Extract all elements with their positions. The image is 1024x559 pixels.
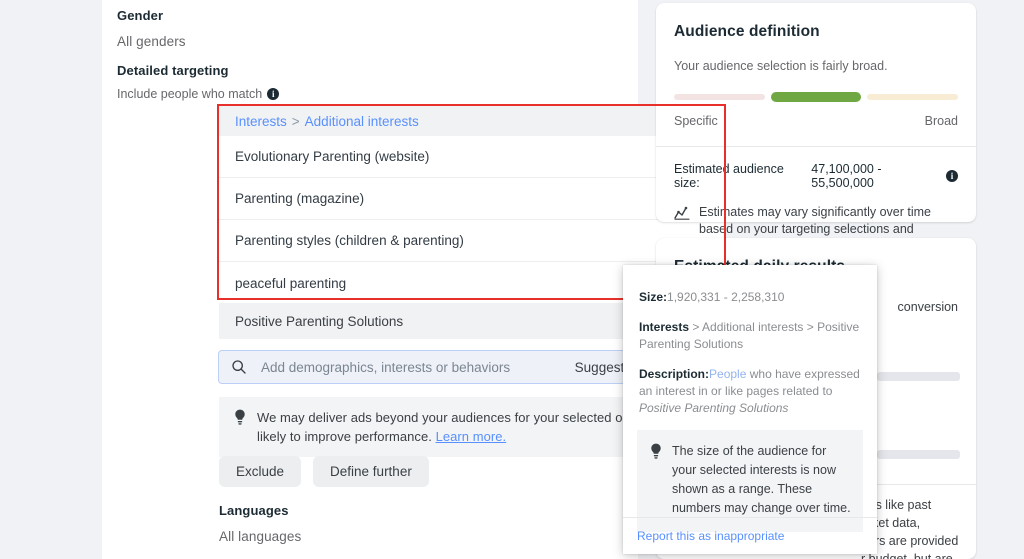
languages-value: All languages (219, 529, 302, 544)
tooltip-description: Description:People who have expressed an… (639, 366, 861, 417)
info-icon[interactable]: i (946, 170, 958, 182)
info-icon[interactable]: i (267, 88, 280, 100)
list-item[interactable]: Parenting styles (children & parenting) (219, 220, 724, 262)
estimated-audience-size-value: 47,100,000 - 55,500,000 (811, 162, 882, 190)
languages-label: Languages (219, 503, 289, 518)
lightbulb-icon (235, 409, 245, 425)
search-placeholder: Add demographics, interests or behaviors (261, 359, 511, 375)
targeting-actions: Exclude Define further (219, 456, 429, 487)
tooltip-size-value: 1,920,331 - 2,258,310 (667, 290, 785, 304)
exclude-button[interactable]: Exclude (219, 456, 302, 487)
selected-interest-label: Positive Parenting Solutions (235, 313, 404, 329)
tooltip-path-root: Interests (639, 320, 690, 334)
list-item-label: Parenting styles (children & parenting) (235, 233, 464, 248)
tooltip-path: Interests > Additional interests > Posit… (639, 319, 861, 353)
gauge-label-specific: Specific (674, 114, 718, 128)
tooltip-description-people: People (709, 367, 747, 381)
gauge-label-broad: Broad (924, 114, 958, 128)
audience-definition-title: Audience definition (674, 23, 820, 40)
estimated-audience-size-label: Estimated audience size: (674, 162, 784, 190)
gauge-segment-specific (674, 94, 765, 100)
search-icon (232, 360, 246, 374)
interest-tooltip: Size:1,920,331 - 2,258,310 Interests > A… (623, 265, 877, 554)
tooltip-description-label: Description: (639, 367, 710, 381)
gender-field: Gender All genders (117, 8, 186, 49)
list-item-label: peaceful parenting (235, 275, 347, 291)
detailed-targeting-label: Detailed targeting (117, 63, 229, 78)
skeleton-bar (877, 450, 960, 459)
list-item[interactable]: Evolutionary Parenting (website) (219, 136, 724, 178)
skeleton-bar (877, 372, 960, 381)
tooltip-footer: Report this as inappropriate (623, 517, 877, 554)
lightbulb-icon (651, 443, 661, 459)
gender-value: All genders (117, 34, 186, 49)
tooltip-range-note-text: The size of the audience for your select… (672, 444, 851, 515)
list-item[interactable]: Parenting (magazine) (219, 178, 724, 220)
audience-gauge (674, 92, 959, 102)
languages-field: Languages All languages (219, 503, 301, 544)
gauge-segment-balanced (770, 92, 862, 102)
include-people-who-match: Include people who match i (117, 87, 280, 101)
targeting-panel: Gender All genders Detailed targeting In… (102, 0, 726, 559)
estimated-audience-size: Estimated audience size: 47,100,000 - 55… (674, 162, 958, 190)
screen-root: Gender All genders Detailed targeting In… (0, 0, 1024, 559)
gauge-labels: Specific Broad (674, 114, 958, 128)
gender-label: Gender (117, 8, 164, 23)
breadcrumb-separator: > (291, 113, 300, 129)
list-item-label: Evolutionary Parenting (website) (235, 149, 430, 164)
tooltip-size-label: Size: (639, 290, 668, 304)
sparkline-icon (674, 206, 690, 220)
detailed-targeting-header: Detailed targeting Include people who ma… (117, 63, 280, 101)
list-item-label: Parenting (magazine) (235, 191, 365, 206)
report-inappropriate-link[interactable]: Report this as inappropriate (637, 529, 784, 543)
tooltip-description-subject: Positive Parenting Solutions (639, 401, 789, 415)
include-people-label: Include people who match (117, 87, 263, 101)
breadcrumb-leaf[interactable]: Additional interests (305, 114, 419, 129)
breadcrumb: Interests > Additional interests (219, 106, 724, 136)
audience-definition-card: Audience definition Your audience select… (656, 3, 976, 253)
breadcrumb-root[interactable]: Interests (235, 114, 287, 129)
define-further-button[interactable]: Define further (313, 456, 429, 487)
audience-definition-subtitle: Your audience selection is fairly broad. (674, 59, 888, 73)
gauge-segment-broad (867, 94, 959, 100)
learn-more-link[interactable]: Learn more. (436, 429, 507, 444)
tooltip-size: Size:1,920,331 - 2,258,310 (639, 289, 861, 306)
tooltip-body: Size:1,920,331 - 2,258,310 Interests > A… (623, 265, 877, 417)
